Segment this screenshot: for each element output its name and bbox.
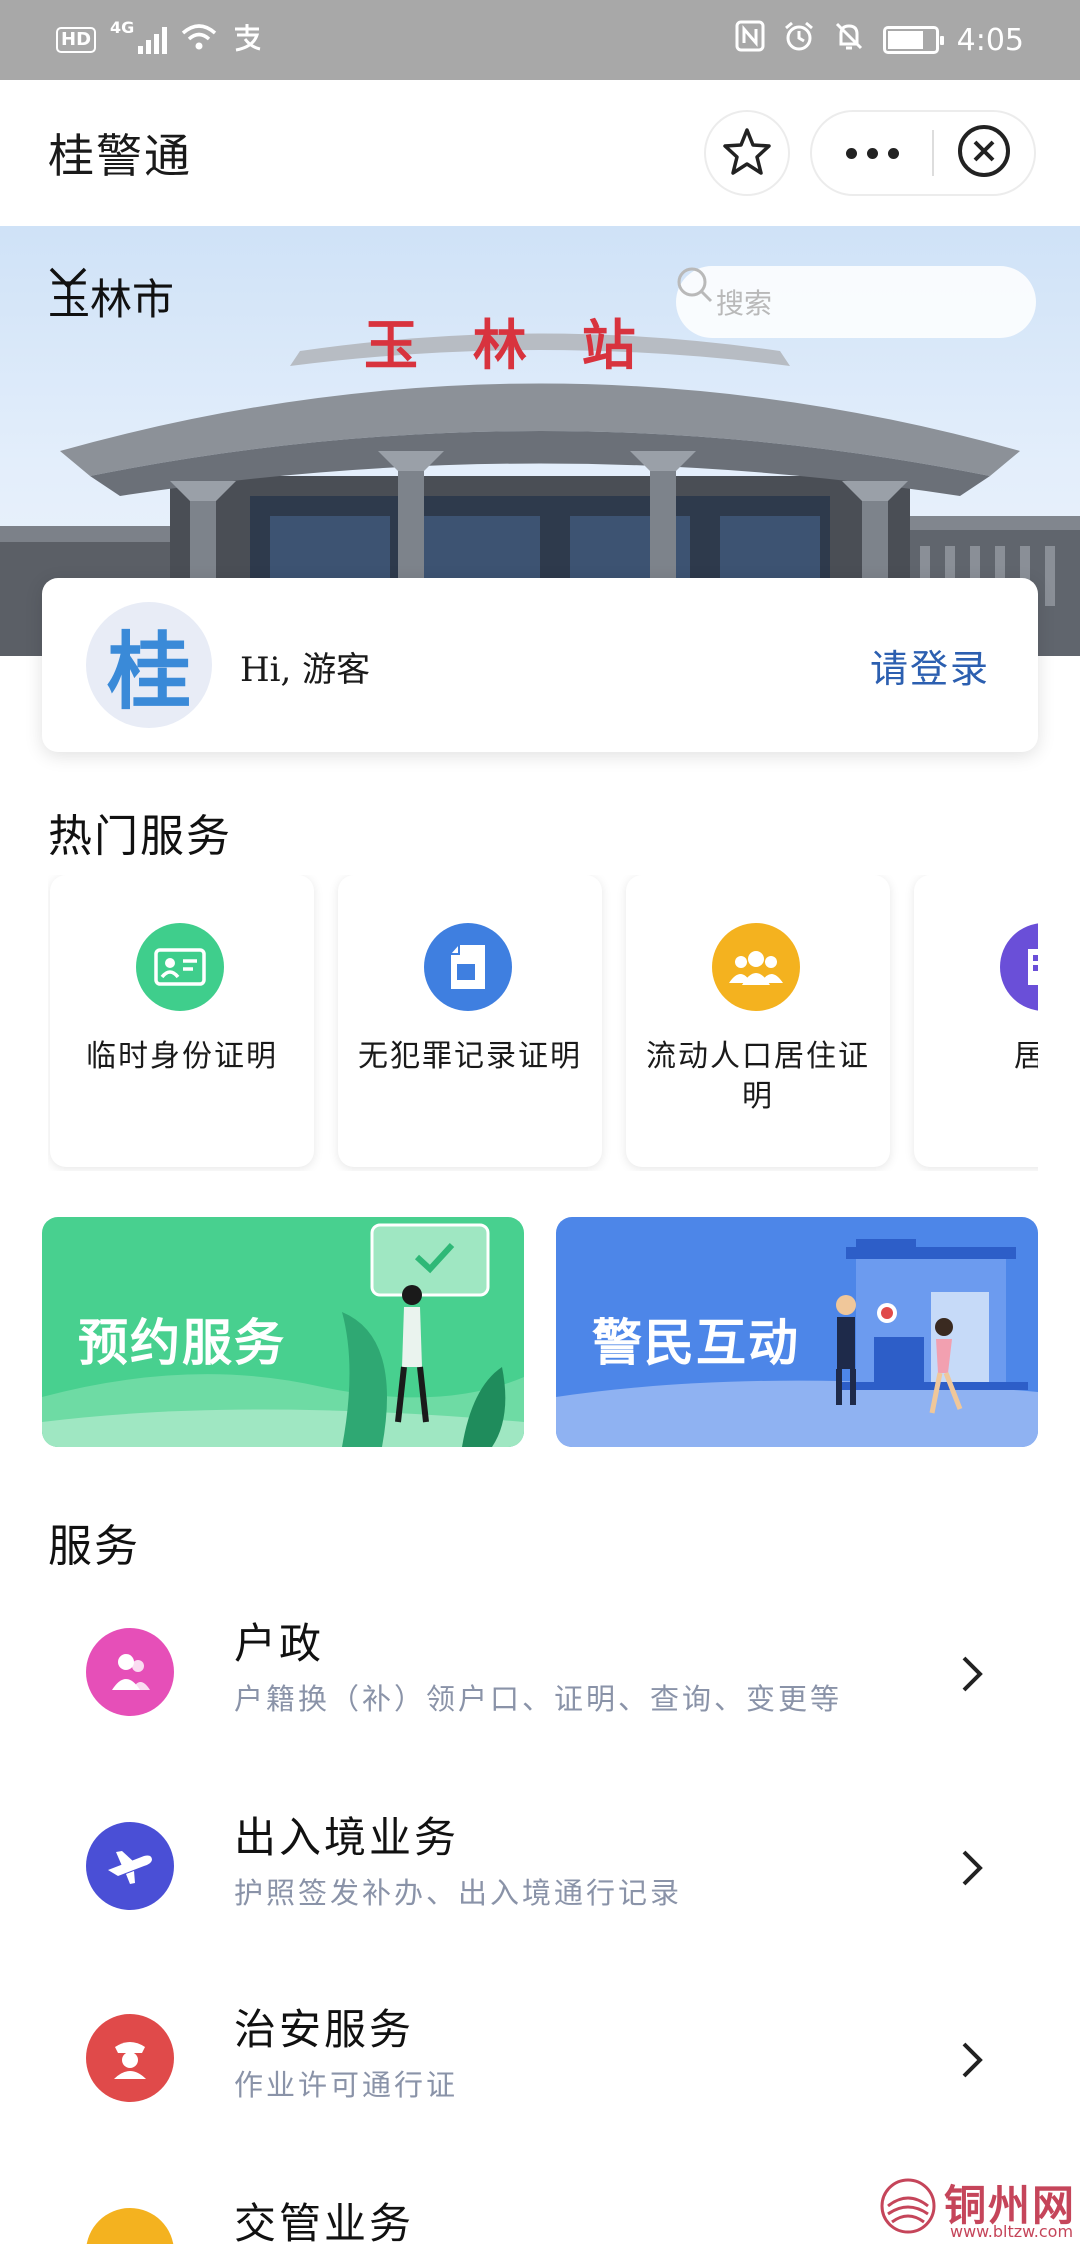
greeting-text: Hi, 游客 (240, 650, 371, 690)
document-icon (424, 923, 512, 1011)
hot-services-row[interactable]: 临时身份证明 无犯罪记录证明 流动人口居住证明 居住 (48, 875, 1038, 1171)
close-icon (957, 124, 1011, 182)
service-item-exit-entry[interactable]: 出入境业务 护照签发补办、出入境通行记录 (0, 1782, 1080, 1962)
chevron-right-icon (960, 1654, 984, 1698)
status-time: 4:05 (956, 22, 1024, 58)
service-item-household[interactable]: 户政 户籍换（补）领户口、证明、查询、变更等 (0, 1588, 1080, 1768)
building-icon (1000, 923, 1038, 1011)
service-title: 交管业务 (234, 2199, 415, 2244)
avatar: 桂 (86, 602, 212, 728)
hot-service-label: 无犯罪记录证明 (358, 1039, 582, 1074)
favorite-button[interactable] (704, 110, 790, 196)
login-link[interactable]: 请登录 (870, 638, 990, 693)
hot-service-label: 临时身份证明 (86, 1039, 278, 1074)
alarm-icon (783, 20, 815, 60)
hot-service-card-temp-id[interactable]: 临时身份证明 (50, 875, 314, 1167)
service-title: 治安服务 (234, 2005, 415, 2054)
service-item-public-security[interactable]: 治安服务 作业许可通行证 (0, 1974, 1080, 2154)
user-card: 桂 Hi, 游客 请登录 (42, 578, 1038, 752)
hot-service-label: 流动人口居住证明 (646, 1039, 870, 1114)
status-bar: HD 4G 4:05 (0, 0, 1080, 80)
signal-icon (138, 26, 168, 54)
service-subtitle: 户籍换（补）领户口、证明、查询、变更等 (234, 1682, 843, 1716)
services-title: 服务 (48, 1521, 140, 1572)
hot-service-label: 居住 (1014, 1039, 1038, 1074)
hot-service-card-floating-pop[interactable]: 流动人口居住证明 (626, 875, 890, 1167)
service-title: 出入境业务 (234, 1813, 460, 1862)
household-icon (86, 1628, 174, 1716)
nfc-icon (735, 20, 765, 60)
more-button[interactable] (812, 112, 932, 194)
wifi-icon (181, 23, 217, 58)
people-icon (712, 923, 800, 1011)
watermark-logo-icon (880, 2178, 936, 2234)
status-bar-right: 4:05 (735, 18, 1024, 62)
search-input[interactable]: 搜索 (676, 266, 1036, 338)
service-subtitle: 作业许可通行证 (234, 2068, 459, 2102)
more-icon (845, 147, 857, 159)
hot-services-title: 热门服务 (48, 811, 232, 862)
search-placeholder: 搜索 (716, 287, 773, 320)
interaction-banner[interactable]: 警民互动 (556, 1217, 1038, 1447)
interaction-banner-label: 警民互动 (592, 1314, 800, 1372)
chevron-right-icon (960, 2040, 984, 2084)
appointment-banner[interactable]: 预约服务 (42, 1217, 524, 1447)
hot-service-card-no-crime[interactable]: 无犯罪记录证明 (338, 875, 602, 1167)
star-icon (722, 127, 772, 179)
station-sign: 玉 林 站 (364, 314, 654, 377)
traffic-icon (86, 2208, 174, 2244)
status-bar-left: HD 4G (56, 18, 263, 62)
city-selector[interactable]: 玉林市 (48, 266, 194, 327)
hd-badge: HD (56, 27, 97, 53)
battery-icon (882, 26, 944, 54)
chevron-right-icon (960, 1848, 984, 1892)
id-card-icon (136, 923, 224, 1011)
avatar-logo: 桂 (106, 621, 191, 721)
network-type: 4G (110, 18, 135, 37)
airplane-icon (86, 1822, 174, 1910)
alipay-icon (231, 21, 263, 60)
mute-icon (833, 20, 865, 60)
close-button[interactable] (934, 124, 1034, 182)
hot-service-card-residence[interactable]: 居住 (914, 875, 1038, 1167)
service-subtitle: 护照签发补办、出入境通行记录 (234, 1876, 683, 1910)
page-title: 桂警通 (48, 129, 192, 183)
mini-program-capsule (810, 110, 1036, 196)
service-title: 户政 (234, 1619, 325, 1668)
site-watermark: 铜州网 www.bltzw.com (878, 2172, 1078, 2244)
appointment-banner-label: 预约服务 (78, 1314, 286, 1372)
police-icon (86, 2014, 174, 2102)
watermark-url: www.bltzw.com (950, 2222, 1074, 2241)
